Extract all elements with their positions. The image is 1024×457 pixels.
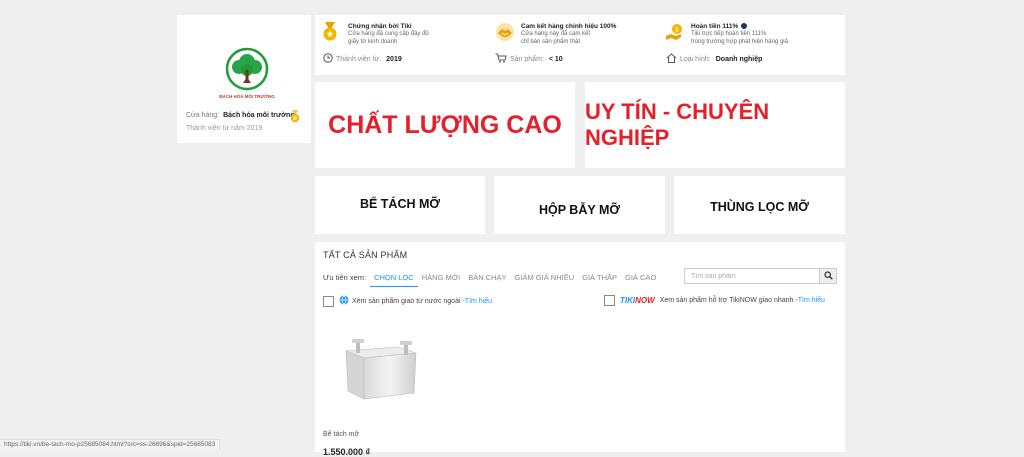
products-label: Sản phẩm: <box>510 55 544 63</box>
member-value: 2019 <box>386 55 402 63</box>
store-name-label: Cửa hàng: <box>186 112 220 119</box>
sort-tab-bestselling[interactable]: BÁN CHẠY <box>464 271 510 284</box>
product-panel: TẤT CẢ SẢN PHẨM Ưu tiên xem: CHỌN LỌC HÀ… <box>315 242 845 457</box>
refund-desc-1: Tiki trực tiếp hoàn tiền 111% <box>691 31 767 37</box>
type-label: Loại hình: <box>680 55 711 63</box>
genuine-title: Cam kết hàng chính hiệu 100% <box>521 23 617 30</box>
banner-high-quality[interactable]: CHẤT LƯỢNG CAO <box>315 82 575 168</box>
store-logo-text: BÁCH HÓA MÔI TRƯỜNG <box>219 94 275 99</box>
type-value: Doanh nghiệp <box>715 55 763 63</box>
store-card: BÁCH HÓA MÔI TRƯỜNG Cửa hàng: Bách hóa mô… <box>177 15 311 143</box>
product-price: 1.550.000 ₫ <box>323 447 371 457</box>
product-image[interactable] <box>340 339 422 401</box>
refund-title: Hoàn tiền 111% <box>691 23 788 30</box>
products-meta: Sản phẩm: < 10 <box>495 53 563 65</box>
category-grease-tank[interactable]: BỂ TÁCH MỠ <box>315 176 485 234</box>
sort-label: Ưu tiên xem: <box>323 273 367 282</box>
search-icon <box>823 267 833 285</box>
search-input[interactable] <box>685 269 819 283</box>
foreign-checkbox[interactable] <box>323 295 334 307</box>
tikinow-learn-more-link[interactable]: Tìm hiểu <box>798 297 825 304</box>
status-bar-url: https://tiki.vn/be-tach-mo-p25685084.htm… <box>0 439 221 450</box>
category-grease-filter-bin[interactable]: THÙNG LỌC MỠ <box>674 176 845 234</box>
search-button[interactable] <box>819 269 836 283</box>
sort-tab-newest[interactable]: HÀNG MỚI <box>418 271 465 284</box>
store-name-row: Cửa hàng: Bách hóa môi trường <box>186 112 295 119</box>
globe-icon <box>339 295 349 307</box>
sort-tab-curated[interactable]: CHỌN LỌC <box>370 271 418 287</box>
product-search <box>684 268 837 284</box>
tikinow-logo: TIKINOW <box>620 296 655 305</box>
refund-desc-2: trong trường hợp phát hiện hàng giả <box>691 39 788 45</box>
medal-icon <box>322 22 338 47</box>
sort-bar: Ưu tiên xem: CHỌN LỌC HÀNG MỚI BÁN CHẠY … <box>323 271 660 287</box>
tikinow-filter-text: Xem sản phẩm hỗ trợ TikiNOW giao nhanh - <box>659 297 798 304</box>
tikinow-checkbox[interactable] <box>604 295 615 306</box>
product-name[interactable]: Bể tách mỡ <box>323 431 359 438</box>
member-label: Thành viên từ: <box>336 55 382 63</box>
sort-tab-biggest-discount[interactable]: GIẢM GIÁ NHIỀU <box>511 271 579 284</box>
home-icon <box>666 53 677 65</box>
money-refund-icon: $ <box>665 22 685 47</box>
clock-icon <box>323 53 333 65</box>
member-meta: Thành viên từ: 2019 <box>323 53 402 65</box>
all-products-title: TẤT CẢ SẢN PHẨM <box>323 250 408 260</box>
sort-tab-price-low[interactable]: GIÁ THẤP <box>578 271 621 284</box>
certified-desc-1: Cửa hàng đã cung cấp đầy đủ <box>348 31 429 37</box>
genuine-desc-2: chỉ bán sản phẩm thật <box>521 39 581 45</box>
svg-text:$: $ <box>675 26 679 34</box>
category-grease-trap-box[interactable]: HỘP BẪY MỠ <box>494 176 665 234</box>
genuine-desc-1: Cửa hàng này đã cam kết <box>521 31 591 37</box>
foreign-filter-text: Xem sản phẩm giao từ nước ngoài - <box>352 297 465 305</box>
medal-icon <box>290 110 300 128</box>
store-logo: BÁCH HÓA MÔI TRƯỜNG <box>214 41 280 109</box>
foreign-learn-more-link[interactable]: Tìm hiểu <box>465 298 492 305</box>
store-name[interactable]: Bách hóa môi trường <box>223 112 295 119</box>
info-icon[interactable] <box>741 23 748 30</box>
cart-icon <box>495 53 507 65</box>
banner-trusted-professional[interactable]: UY TÍN - CHUYÊN NGHIỆP <box>585 82 845 168</box>
type-meta: Loại hình: Doanh nghiệp <box>666 53 762 65</box>
filter-foreign: Xem sản phẩm giao từ nước ngoài - Tìm hi… <box>323 295 492 307</box>
filter-tikinow: TIKINOW Xem sản phẩm hỗ trợ TikiNOW giao… <box>604 295 825 306</box>
handshake-icon <box>495 22 515 47</box>
member-since: Thành viên từ năm 2019 <box>186 125 263 132</box>
certified-title: Chứng nhận bởi Tiki <box>348 23 412 30</box>
sort-tab-price-high[interactable]: GIÁ CAO <box>621 271 660 284</box>
store-info-bar: Chứng nhận bởi Tiki Cửa hàng đã cung cấp… <box>315 15 845 75</box>
certified-desc-2: giấy tờ kinh doanh <box>348 39 398 45</box>
products-value: < 10 <box>548 55 563 63</box>
